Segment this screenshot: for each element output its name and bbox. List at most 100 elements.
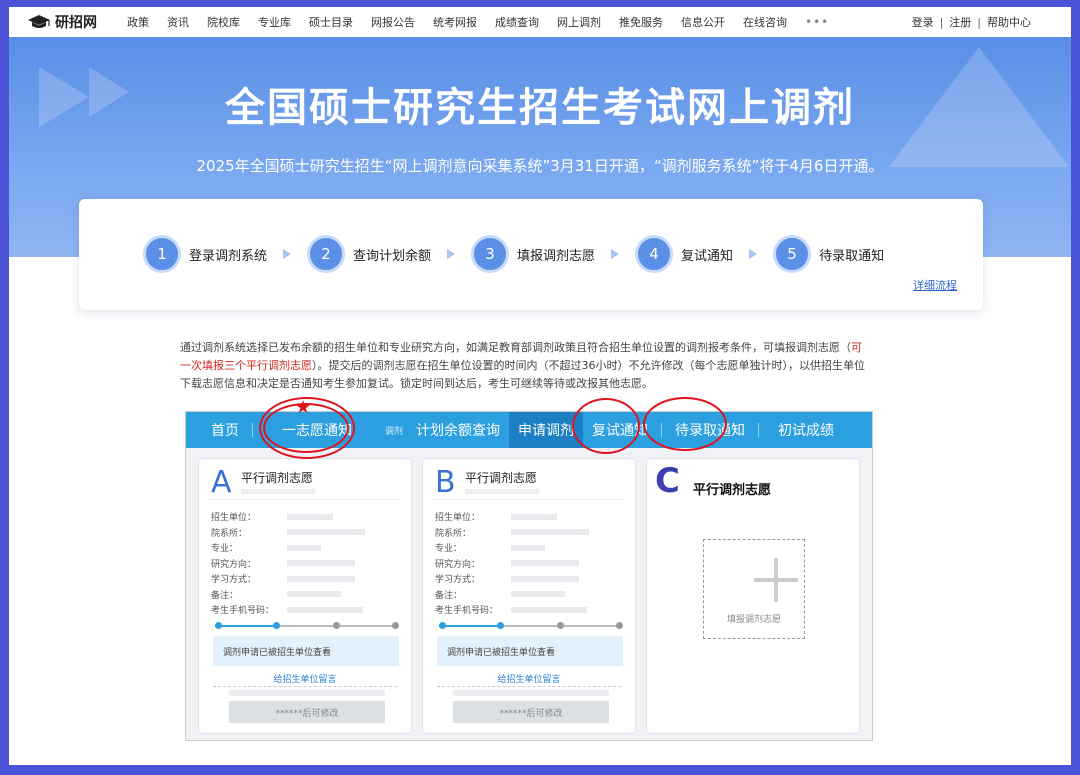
placeholder-bar: [511, 575, 579, 582]
nav-item-score-query[interactable]: 成绩查询: [495, 14, 539, 30]
choice-card-b: B 平行调剂志愿 招生单位： 院系所： 专业： 研究方向： 学习方式： 备注： …: [422, 458, 636, 734]
placeholder-bar: [229, 690, 385, 696]
plus-icon: [754, 558, 798, 602]
nav-item-registration[interactable]: 统考网报: [433, 14, 477, 30]
nav-item-catalog[interactable]: 硕士目录: [309, 14, 353, 30]
highlight-circle-retest: [572, 398, 640, 454]
nav-item-disclosure[interactable]: 信息公开: [681, 14, 725, 30]
page-subtitle: 2025年全国硕士研究生招生“网上调剂意向采集系统”3月31日开通，“调剂服务系…: [196, 157, 884, 175]
placeholder-bar: [287, 544, 321, 551]
step-number: 3: [471, 235, 510, 273]
detail-process-link[interactable]: 详细流程: [913, 277, 957, 293]
step-number: 4: [635, 235, 674, 273]
nav-item-news[interactable]: 资讯: [167, 14, 189, 30]
process-steps-card: 1 登录调剂系统 2 查询计划余额 3 填报调剂志愿 4 复试通知 5 待录取通…: [79, 199, 983, 310]
modify-button[interactable]: ******后可修改: [453, 701, 609, 723]
add-choice-label: 填报调剂志愿: [726, 615, 781, 625]
field-label: 学习方式：: [435, 575, 481, 586]
placeholder-bar: [287, 575, 355, 582]
card-fields: 招生单位： 院系所： 专业： 研究方向： 学习方式： 备注： 考生手机号码：: [211, 509, 365, 618]
step-number: 1: [143, 235, 181, 273]
nav-item-adjustment[interactable]: 网上调剂: [557, 14, 601, 30]
field-major: 专业：: [211, 540, 365, 556]
nav-item-majors[interactable]: 专业库: [258, 14, 291, 30]
highlight-circle-admission: [643, 397, 727, 451]
card-title: 平行调剂志愿: [693, 483, 772, 498]
card-letter: C: [655, 461, 680, 501]
step-label: 登录调剂系统: [189, 248, 268, 264]
tab-quota-query[interactable]: 计划余额查询: [407, 412, 509, 448]
placeholder-bar: [241, 489, 315, 494]
progress-dot: [616, 622, 623, 629]
site-logo[interactable]: 研招网: [27, 12, 127, 32]
nav-item-schools[interactable]: 院校库: [207, 14, 240, 30]
message-unit-link[interactable]: 给招生单位留言: [199, 672, 411, 685]
step-label: 复试通知: [681, 248, 734, 264]
star-icon: ★: [295, 397, 312, 418]
field-label: 考生手机号码：: [435, 606, 499, 617]
step-login: 1 登录调剂系统: [143, 235, 267, 273]
progress-dot: [392, 622, 399, 629]
divider: [433, 499, 625, 500]
nav-menu: 政策 资讯 院校库 专业库 硕士目录 网报公告 统考网报 成绩查询 网上调剂 推…: [127, 14, 829, 30]
step-number: 2: [307, 235, 346, 273]
graduation-cap-icon: [28, 15, 50, 28]
help-center-link[interactable]: 帮助中心: [987, 14, 1031, 30]
placeholder-bar: [287, 513, 333, 520]
choice-card-a: A 平行调剂志愿 招生单位： 院系所： 专业： 研究方向： 学习方式： 备注： …: [198, 458, 412, 734]
field-label: 专业：: [211, 544, 239, 555]
placeholder-bar: [511, 606, 587, 613]
placeholder-bar: [287, 606, 363, 613]
field-label: 考生手机号码：: [211, 606, 275, 617]
placeholder-bar: [511, 529, 589, 536]
progress-dot: [557, 622, 564, 629]
nav-item-policy[interactable]: 政策: [127, 14, 149, 30]
field-direction: 研究方向：: [211, 556, 365, 572]
status-notice: 调剂申请已被招生单位查看: [437, 636, 623, 666]
arrow-right-icon: [447, 249, 456, 259]
add-choice-box[interactable]: 填报调剂志愿: [703, 539, 805, 639]
tab-separator: [758, 423, 760, 437]
field-department: 院系所：: [435, 525, 589, 541]
tab-home[interactable]: 首页: [202, 412, 248, 448]
separator: |: [939, 15, 944, 29]
tab-initial-score[interactable]: 初试成绩: [769, 412, 843, 448]
step-quota: 2 查询计划余额: [307, 235, 431, 273]
status-notice: 调剂申请已被招生单位查看: [213, 636, 399, 666]
field-remark: 备注：: [211, 587, 365, 603]
placeholder-bar: [287, 529, 365, 536]
status-progress: [215, 622, 399, 630]
card-letter: A: [211, 465, 232, 500]
card-fields: 招生单位： 院系所： 专业： 研究方向： 学习方式： 备注： 考生手机号码：: [435, 509, 589, 618]
message-unit-link[interactable]: 给招生单位留言: [423, 672, 635, 685]
page-title: 全国硕士研究生招生考试网上调剂: [225, 85, 855, 131]
field-direction: 研究方向：: [435, 556, 589, 572]
step-retest: 4 复试通知: [635, 235, 733, 273]
progress-dot: [333, 622, 340, 629]
more-menu-icon[interactable]: •••: [805, 15, 829, 29]
field-label: 院系所：: [435, 528, 472, 539]
divider: [209, 499, 401, 500]
nav-item-announcement[interactable]: 网报公告: [371, 14, 415, 30]
field-label: 招生单位：: [211, 513, 257, 524]
step-apply: 3 填报调剂志愿: [471, 235, 595, 273]
login-link[interactable]: 登录: [912, 14, 934, 30]
card-letter: B: [435, 465, 456, 500]
nav-item-recommendation[interactable]: 推免服务: [619, 14, 663, 30]
placeholder-bar: [287, 591, 341, 598]
progress-dot: [273, 622, 280, 629]
placeholder-bar: [453, 690, 609, 696]
step-label: 待录取通知: [819, 248, 885, 264]
tab-separator: [252, 423, 253, 437]
field-study-mode: 学习方式：: [211, 571, 365, 587]
register-link[interactable]: 注册: [949, 14, 971, 30]
field-department: 院系所：: [211, 525, 365, 541]
field-unit: 招生单位：: [211, 509, 365, 525]
field-unit: 招生单位：: [435, 509, 589, 525]
modify-button[interactable]: ******后可修改: [229, 701, 385, 723]
choice-card-c: C 平行调剂志愿 填报调剂志愿: [646, 458, 860, 734]
top-navigation: 研招网 政策 资讯 院校库 专业库 硕士目录 网报公告 统考网报 成绩查询 网上…: [9, 7, 1071, 37]
step-label: 填报调剂志愿: [517, 248, 596, 264]
nav-item-consult[interactable]: 在线咨询: [743, 14, 787, 30]
card-title: 平行调剂志愿: [465, 471, 538, 485]
